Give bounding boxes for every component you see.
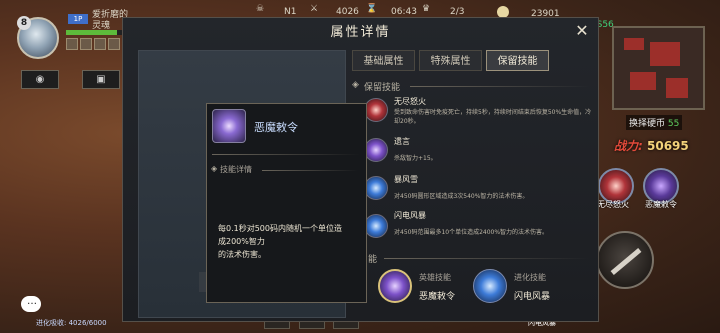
buff-icon: [80, 38, 92, 50]
minimap-room: [624, 38, 644, 50]
gold-value: 4026: [336, 7, 359, 17]
chat-icon: …: [27, 296, 37, 307]
attack-button[interactable]: [596, 231, 654, 289]
buff-icons: [66, 38, 126, 50]
tab-retained-skills[interactable]: 保留技能: [486, 50, 549, 71]
skill-label: 恶魔敕令: [645, 200, 677, 209]
tab-basic-attributes[interactable]: 基础属性: [352, 50, 415, 71]
evo-skill-type: 进化技能: [514, 273, 546, 282]
demon-decree-icon: [212, 109, 246, 143]
diamond-icon: ◈: [211, 164, 218, 173]
skull-icon: ☠: [256, 4, 265, 14]
dialog-title: 属性详情: [330, 25, 391, 40]
skill-row[interactable]: 闪电风暴 对450码范围最多10个单位造成2400%智力的法术伤害。: [364, 210, 604, 244]
tooltip-detail-label: 技能详情: [220, 165, 252, 174]
bag-button[interactable]: ▣: [82, 70, 120, 89]
minimap-room: [650, 42, 680, 66]
tooltip-desc-line: 的法术伤害。: [218, 250, 266, 259]
hero-skill-icon[interactable]: [378, 269, 412, 303]
tooltip-title: 恶魔敕令: [254, 121, 298, 134]
tab-special-attributes[interactable]: 特殊属性: [419, 50, 482, 71]
skill-icon: [364, 138, 388, 162]
skill-desc: 杀敌智力+15。: [394, 155, 437, 162]
evo-skill-icon[interactable]: [473, 269, 507, 303]
section-title: 保留技能: [364, 83, 401, 93]
hero-skill-name: 恶魔敕令: [419, 292, 456, 302]
exp-text: 进化吸收: 4026/6000: [36, 319, 107, 327]
tooltip-desc-line: 每0.1秒对500码内随机一个单位造: [218, 224, 342, 233]
sword-icon: [610, 248, 642, 275]
hourglass-icon: ⌛: [366, 4, 378, 14]
skill-row[interactable]: 暴风雪 对450码圆形区域造成3次540%智力的法术伤害。: [364, 174, 604, 204]
hero-skill-type: 英雄技能: [419, 273, 451, 282]
coin-value: 55: [667, 119, 680, 129]
buff-icon: [66, 38, 78, 50]
tooltip-divider: [212, 154, 360, 155]
skill-icon: [364, 98, 388, 122]
skill-icon: [364, 214, 388, 238]
chat-button[interactable]: …: [21, 296, 41, 312]
section-title-partial: 能: [368, 255, 378, 265]
coin-label: 换择硬币: [629, 119, 666, 129]
close-button[interactable]: ✕: [573, 22, 591, 40]
wave-counter: 2/3: [450, 7, 465, 17]
combat-power-value: 50695: [647, 139, 689, 153]
skill-row[interactable]: 无尽怒火 受到致命伤害时免疫死亡，持续5秒，持续时间结束后恢复50%生命值，冷却…: [364, 96, 604, 130]
bag-icon: ▣: [96, 74, 106, 85]
evo-skill-name: 闪电风暴: [514, 292, 551, 302]
skill-desc: 对450码圆形区域造成3次540%智力的法术伤害。: [394, 193, 529, 200]
skill-name: 遗言: [394, 137, 410, 146]
tab-bar: 基础属性 特殊属性 保留技能: [352, 50, 550, 72]
crossed-swords-icon: ⚔: [310, 4, 319, 14]
buff-icon: [94, 38, 106, 50]
tooltip-description: 每0.1秒对500码内随机一个单位造 成200%智力 的法术伤害。: [218, 222, 358, 261]
skill-icon: [364, 176, 388, 200]
eye-button[interactable]: ◉: [21, 70, 59, 89]
player-hp-fill: [66, 30, 117, 35]
skill-row[interactable]: 遗言 杀敌智力+15。: [364, 136, 604, 166]
tooltip-desc-line: 成200%智力: [218, 237, 265, 246]
combat-power: 战力: 50695: [614, 137, 689, 154]
minimap-room: [630, 72, 656, 90]
minimap-room: [666, 78, 688, 98]
party-tag: 1P: [68, 14, 88, 24]
eye-icon: ◉: [35, 74, 45, 85]
coin-counter: 换择硬币 55: [626, 115, 683, 130]
skill-name: 暴风雪: [394, 175, 418, 184]
skill-desc: 对450码范围最多10个单位造成2400%智力的法术伤害。: [394, 229, 549, 236]
diamond-icon: ◈: [352, 80, 359, 90]
combat-power-label: 战力:: [614, 139, 643, 153]
player-level-badge: 8: [17, 16, 31, 30]
buff-icon: [108, 38, 120, 50]
tooltip-divider: [262, 170, 358, 171]
section-divider: [410, 86, 590, 87]
skill-name: 无尽怒火: [394, 97, 426, 106]
player-hp-bar: [66, 30, 126, 35]
skill-name: 闪电风暴: [394, 211, 426, 220]
timer: 06:43: [391, 7, 417, 17]
wave-icon: ♛: [422, 4, 431, 14]
minimap[interactable]: [612, 26, 705, 110]
section-divider: [384, 258, 590, 259]
skill-desc: 受到致命伤害时免疫死亡，持续5秒，持续时间结束后恢复50%生命值，冷却20秒。: [394, 109, 592, 125]
kill-count: N1: [284, 7, 297, 17]
